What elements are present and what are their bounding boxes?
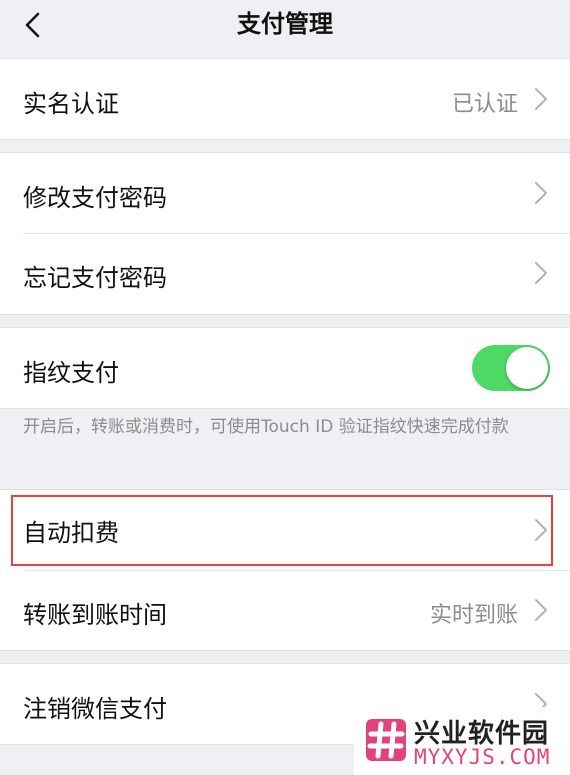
watermark: 兴业软件园 MYXYJS.COM (354, 707, 570, 775)
chevron-right-icon (535, 262, 547, 284)
chevron-right-icon (535, 88, 547, 110)
forgot-password-row[interactable]: 忘记支付密码 (0, 233, 570, 314)
identity-row[interactable]: 实名认证 已认证 (0, 59, 570, 139)
page-title: 支付管理 (237, 10, 333, 38)
hash-logo-icon (366, 719, 406, 761)
watermark-url: MYXYJS.COM (414, 745, 551, 769)
fingerprint-note: 开启后，转账或消费时，可使用Touch ID 验证指纹快速完成付款 (23, 417, 509, 437)
identity-status: 已认证 (451, 92, 518, 117)
forgot-password-label: 忘记支付密码 (23, 264, 167, 292)
payments-group: 自动扣费 转账到账时间 实时到账 (0, 489, 570, 651)
transfer-time-value: 实时到账 (429, 603, 518, 628)
fingerprint-label: 指纹支付 (23, 359, 119, 387)
chevron-right-icon (535, 519, 547, 541)
transfer-time-label: 转账到账时间 (23, 601, 167, 629)
deregister-label: 注销微信支付 (23, 695, 167, 723)
auto-deduct-label: 自动扣费 (23, 519, 119, 547)
nav-bar: 支付管理 (0, 0, 570, 57)
change-password-label: 修改支付密码 (23, 184, 167, 212)
transfer-time-row[interactable]: 转账到账时间 实时到账 (0, 570, 570, 650)
identity-label: 实名认证 (23, 90, 119, 118)
change-password-row[interactable]: 修改支付密码 (0, 153, 570, 233)
auto-deduct-row[interactable]: 自动扣费 (0, 490, 570, 570)
fingerprint-group: 指纹支付 (0, 327, 570, 409)
identity-group: 实名认证 已认证 (0, 58, 570, 140)
chevron-right-icon (535, 182, 547, 204)
password-group: 修改支付密码 忘记支付密码 (0, 152, 570, 315)
fingerprint-row: 指纹支付 (0, 328, 570, 408)
fingerprint-toggle[interactable] (472, 345, 550, 391)
chevron-right-icon (535, 599, 547, 621)
toggle-knob (506, 347, 548, 389)
